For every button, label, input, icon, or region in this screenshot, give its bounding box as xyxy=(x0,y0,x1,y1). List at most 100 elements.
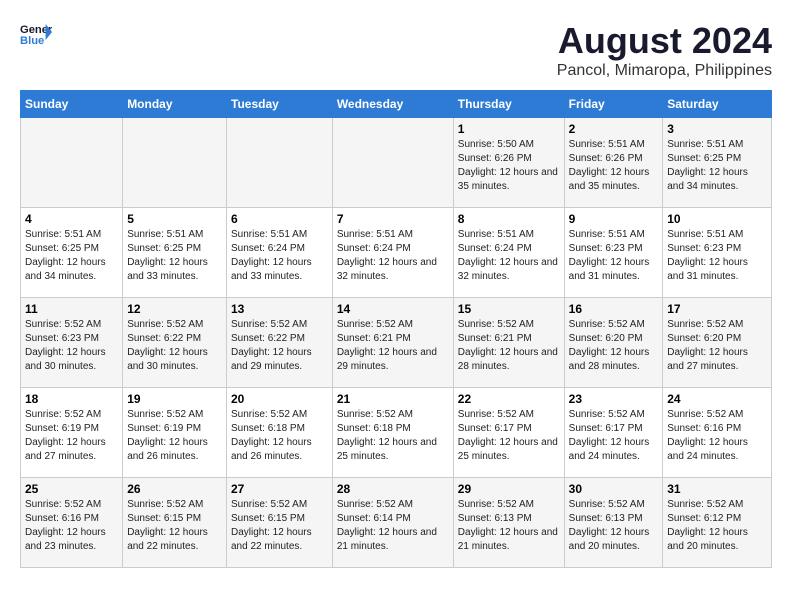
day-info: Sunrise: 5:51 AM Sunset: 6:24 PM Dayligh… xyxy=(231,228,328,284)
calendar-cell: 25 Sunrise: 5:52 AM Sunset: 6:16 PM Dayli… xyxy=(21,478,123,568)
calendar-week-row: 18 Sunrise: 5:52 AM Sunset: 6:19 PM Dayli… xyxy=(21,388,772,478)
day-number: 17 xyxy=(667,302,767,316)
day-info: Sunrise: 5:51 AM Sunset: 6:26 PM Dayligh… xyxy=(569,138,659,194)
day-info: Sunrise: 5:52 AM Sunset: 6:13 PM Dayligh… xyxy=(569,498,659,554)
calendar-cell: 21 Sunrise: 5:52 AM Sunset: 6:18 PM Dayli… xyxy=(332,388,453,478)
calendar-cell: 11 Sunrise: 5:52 AM Sunset: 6:23 PM Dayli… xyxy=(21,298,123,388)
day-number: 22 xyxy=(458,392,560,406)
day-info: Sunrise: 5:52 AM Sunset: 6:18 PM Dayligh… xyxy=(337,408,449,464)
title-area: August 2024 Pancol, Mimaropa, Philippine… xyxy=(557,20,772,80)
weekday-header-wednesday: Wednesday xyxy=(332,91,453,118)
calendar-cell xyxy=(123,118,227,208)
day-info: Sunrise: 5:50 AM Sunset: 6:26 PM Dayligh… xyxy=(458,138,560,194)
day-info: Sunrise: 5:52 AM Sunset: 6:20 PM Dayligh… xyxy=(569,318,659,374)
day-info: Sunrise: 5:52 AM Sunset: 6:14 PM Dayligh… xyxy=(337,498,449,554)
calendar-cell: 26Sunrise: 5:52 AM Sunset: 6:15 PM Dayli… xyxy=(123,478,227,568)
calendar-cell: 16Sunrise: 5:52 AM Sunset: 6:20 PM Dayli… xyxy=(564,298,663,388)
day-info: Sunrise: 5:52 AM Sunset: 6:19 PM Dayligh… xyxy=(25,408,118,464)
day-info: Sunrise: 5:52 AM Sunset: 6:17 PM Dayligh… xyxy=(569,408,659,464)
day-info: Sunrise: 5:52 AM Sunset: 6:20 PM Dayligh… xyxy=(667,318,767,374)
logo-icon: General Blue xyxy=(20,20,52,48)
day-info: Sunrise: 5:52 AM Sunset: 6:19 PM Dayligh… xyxy=(127,408,222,464)
day-info: Sunrise: 5:51 AM Sunset: 6:25 PM Dayligh… xyxy=(25,228,118,284)
day-info: Sunrise: 5:52 AM Sunset: 6:15 PM Dayligh… xyxy=(231,498,328,554)
calendar-cell: 6 Sunrise: 5:51 AM Sunset: 6:24 PM Daylig… xyxy=(227,208,333,298)
weekday-header-monday: Monday xyxy=(123,91,227,118)
day-info: Sunrise: 5:51 AM Sunset: 6:23 PM Dayligh… xyxy=(667,228,767,284)
calendar-cell: 20Sunrise: 5:52 AM Sunset: 6:18 PM Dayli… xyxy=(227,388,333,478)
calendar-cell: 27 Sunrise: 5:52 AM Sunset: 6:15 PM Dayli… xyxy=(227,478,333,568)
calendar-cell: 10 Sunrise: 5:51 AM Sunset: 6:23 PM Dayli… xyxy=(663,208,772,298)
calendar-cell: 9 Sunrise: 5:51 AM Sunset: 6:23 PM Daylig… xyxy=(564,208,663,298)
calendar-cell xyxy=(332,118,453,208)
day-number: 24 xyxy=(667,392,767,406)
day-number: 11 xyxy=(25,302,118,316)
day-info: Sunrise: 5:51 AM Sunset: 6:24 PM Dayligh… xyxy=(337,228,449,284)
calendar-cell: 2 Sunrise: 5:51 AM Sunset: 6:26 PM Daylig… xyxy=(564,118,663,208)
day-number: 18 xyxy=(25,392,118,406)
day-info: Sunrise: 5:52 AM Sunset: 6:23 PM Dayligh… xyxy=(25,318,118,374)
calendar-cell: 15 Sunrise: 5:52 AM Sunset: 6:21 PM Dayli… xyxy=(453,298,564,388)
day-number: 25 xyxy=(25,482,118,496)
day-number: 9 xyxy=(569,212,659,226)
calendar-cell: 22Sunrise: 5:52 AM Sunset: 6:17 PM Dayli… xyxy=(453,388,564,478)
calendar-cell: 13Sunrise: 5:52 AM Sunset: 6:22 PM Dayli… xyxy=(227,298,333,388)
calendar-cell: 1 Sunrise: 5:50 AM Sunset: 6:26 PM Daylig… xyxy=(453,118,564,208)
calendar-week-row: 25 Sunrise: 5:52 AM Sunset: 6:16 PM Dayli… xyxy=(21,478,772,568)
day-number: 31 xyxy=(667,482,767,496)
day-number: 3 xyxy=(667,122,767,136)
calendar-cell: 12Sunrise: 5:52 AM Sunset: 6:22 PM Dayli… xyxy=(123,298,227,388)
calendar-table: SundayMondayTuesdayWednesdayThursdayFrid… xyxy=(20,90,772,568)
day-number: 7 xyxy=(337,212,449,226)
calendar-week-row: 11 Sunrise: 5:52 AM Sunset: 6:23 PM Dayli… xyxy=(21,298,772,388)
day-number: 21 xyxy=(337,392,449,406)
day-number: 27 xyxy=(231,482,328,496)
day-info: Sunrise: 5:51 AM Sunset: 6:25 PM Dayligh… xyxy=(127,228,222,284)
logo: General Blue xyxy=(20,20,52,48)
calendar-cell: 7 Sunrise: 5:51 AM Sunset: 6:24 PM Daylig… xyxy=(332,208,453,298)
weekday-header-tuesday: Tuesday xyxy=(227,91,333,118)
day-number: 23 xyxy=(569,392,659,406)
day-number: 10 xyxy=(667,212,767,226)
weekday-header-saturday: Saturday xyxy=(663,91,772,118)
calendar-cell: 5 Sunrise: 5:51 AM Sunset: 6:25 PM Daylig… xyxy=(123,208,227,298)
day-number: 5 xyxy=(127,212,222,226)
calendar-cell: 31 Sunrise: 5:52 AM Sunset: 6:12 PM Dayli… xyxy=(663,478,772,568)
day-number: 28 xyxy=(337,482,449,496)
day-info: Sunrise: 5:52 AM Sunset: 6:13 PM Dayligh… xyxy=(458,498,560,554)
calendar-week-row: 4 Sunrise: 5:51 AM Sunset: 6:25 PM Daylig… xyxy=(21,208,772,298)
day-number: 15 xyxy=(458,302,560,316)
day-info: Sunrise: 5:52 AM Sunset: 6:12 PM Dayligh… xyxy=(667,498,767,554)
weekday-header-thursday: Thursday xyxy=(453,91,564,118)
weekday-header-row: SundayMondayTuesdayWednesdayThursdayFrid… xyxy=(21,91,772,118)
calendar-cell: 3Sunrise: 5:51 AM Sunset: 6:25 PM Daylig… xyxy=(663,118,772,208)
day-info: Sunrise: 5:51 AM Sunset: 6:23 PM Dayligh… xyxy=(569,228,659,284)
calendar-cell: 8Sunrise: 5:51 AM Sunset: 6:24 PM Daylig… xyxy=(453,208,564,298)
day-info: Sunrise: 5:52 AM Sunset: 6:22 PM Dayligh… xyxy=(231,318,328,374)
calendar-cell: 19Sunrise: 5:52 AM Sunset: 6:19 PM Dayli… xyxy=(123,388,227,478)
day-number: 1 xyxy=(458,122,560,136)
day-number: 14 xyxy=(337,302,449,316)
svg-text:Blue: Blue xyxy=(20,35,44,47)
calendar-cell: 29Sunrise: 5:52 AM Sunset: 6:13 PM Dayli… xyxy=(453,478,564,568)
calendar-cell: 24Sunrise: 5:52 AM Sunset: 6:16 PM Dayli… xyxy=(663,388,772,478)
day-number: 26 xyxy=(127,482,222,496)
weekday-header-sunday: Sunday xyxy=(21,91,123,118)
day-info: Sunrise: 5:52 AM Sunset: 6:21 PM Dayligh… xyxy=(458,318,560,374)
day-info: Sunrise: 5:52 AM Sunset: 6:16 PM Dayligh… xyxy=(25,498,118,554)
day-info: Sunrise: 5:52 AM Sunset: 6:21 PM Dayligh… xyxy=(337,318,449,374)
calendar-cell: 30 Sunrise: 5:52 AM Sunset: 6:13 PM Dayli… xyxy=(564,478,663,568)
day-number: 8 xyxy=(458,212,560,226)
header: General Blue August 2024 Pancol, Mimarop… xyxy=(20,20,772,80)
calendar-week-row: 1 Sunrise: 5:50 AM Sunset: 6:26 PM Daylig… xyxy=(21,118,772,208)
page-subtitle: Pancol, Mimaropa, Philippines xyxy=(557,62,772,80)
calendar-cell: 23 Sunrise: 5:52 AM Sunset: 6:17 PM Dayli… xyxy=(564,388,663,478)
page-title: August 2024 xyxy=(557,20,772,62)
day-number: 30 xyxy=(569,482,659,496)
day-number: 6 xyxy=(231,212,328,226)
day-number: 20 xyxy=(231,392,328,406)
day-info: Sunrise: 5:52 AM Sunset: 6:22 PM Dayligh… xyxy=(127,318,222,374)
calendar-cell xyxy=(227,118,333,208)
day-number: 4 xyxy=(25,212,118,226)
day-number: 2 xyxy=(569,122,659,136)
